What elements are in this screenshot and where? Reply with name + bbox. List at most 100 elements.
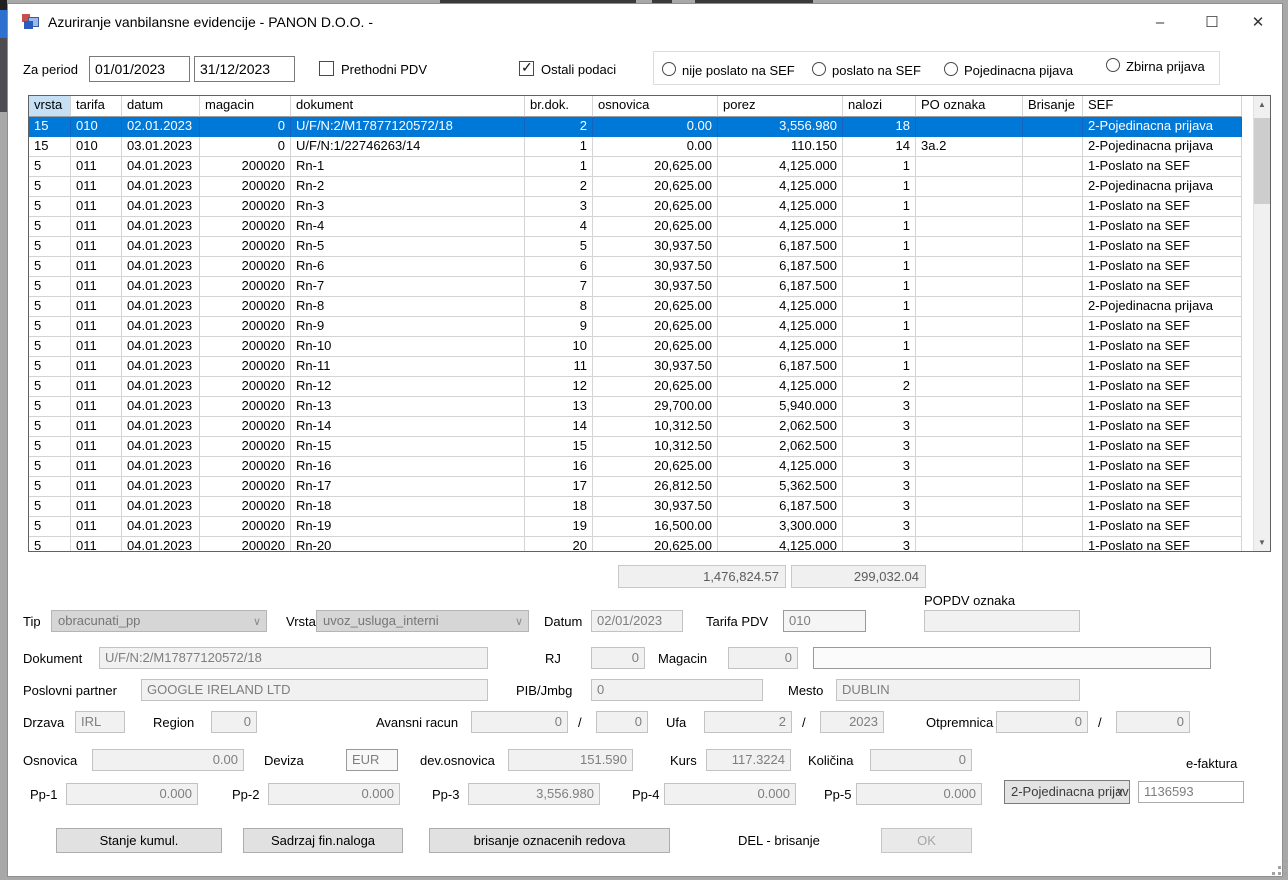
sef-status-combobox[interactable]: 2-Pojedinacna prijav ∨: [1004, 780, 1130, 804]
radio-nije-poslato[interactable]: [662, 62, 676, 76]
grid-cell: 5: [29, 437, 71, 457]
grid-cell: 10,312.50: [593, 417, 718, 437]
pp4-label: Pp-4: [632, 787, 659, 802]
table-row[interactable]: 501104.01.2023200020Rn-9920,625.004,125.…: [29, 317, 1253, 337]
table-row[interactable]: 501104.01.2023200020Rn-181830,937.506,18…: [29, 497, 1253, 517]
table-row[interactable]: 501104.01.2023200020Rn-3320,625.004,125.…: [29, 197, 1253, 217]
grid-cell: 2: [843, 377, 916, 397]
resize-grip[interactable]: [1272, 872, 1275, 875]
column-header-datum[interactable]: datum: [122, 96, 200, 117]
grid-cell: 200020: [200, 337, 291, 357]
total-porez: 299,032.04: [791, 565, 926, 588]
column-header-osnovica[interactable]: osnovica: [593, 96, 718, 117]
grid-cell: 04.01.2023: [122, 337, 200, 357]
prethodni-pdv-checkbox[interactable]: [319, 61, 334, 76]
table-row[interactable]: 501104.01.2023200020Rn-1120,625.004,125.…: [29, 157, 1253, 177]
grid-cell: 2: [525, 117, 593, 137]
table-row[interactable]: 501104.01.2023200020Rn-7730,937.506,187.…: [29, 277, 1253, 297]
table-row[interactable]: 501104.01.2023200020Rn-141410,312.502,06…: [29, 417, 1253, 437]
table-row[interactable]: 1501003.01.20230U/F/N:1/22746263/1410.00…: [29, 137, 1253, 157]
grid-cell: 1-Poslato na SEF: [1083, 357, 1242, 377]
grid-cell: 3: [843, 537, 916, 551]
sadrzaj-fin-naloga-button[interactable]: Sadrzaj fin.naloga: [243, 828, 403, 853]
grid-cell: 5: [29, 157, 71, 177]
grid-cell: [1023, 497, 1083, 517]
pp2-field: 0.000: [268, 783, 400, 805]
grid-cell: 02.01.2023: [122, 117, 200, 137]
grid-cell: Rn-19: [291, 517, 525, 537]
column-header-br-dok-[interactable]: br.dok.: [525, 96, 593, 117]
grid-cell: Rn-2: [291, 177, 525, 197]
scroll-down-icon[interactable]: ▼: [1254, 534, 1270, 551]
chevron-down-icon: ∨: [515, 612, 523, 632]
ostali-podaci-checkbox[interactable]: ✓: [519, 61, 534, 76]
scrollbar-thumb[interactable]: [1254, 118, 1270, 204]
radio-poslato[interactable]: [812, 62, 826, 76]
grid-cell: 011: [71, 397, 122, 417]
app-window: Azuriranje vanbilansne evidencije - PANO…: [7, 3, 1283, 877]
column-header-brisanje[interactable]: Brisanje: [1023, 96, 1083, 117]
vertical-scrollbar[interactable]: ▲ ▼: [1253, 96, 1270, 551]
column-header-nalozi[interactable]: nalozi: [843, 96, 916, 117]
grid-cell: 011: [71, 457, 122, 477]
del-brisanje-label: DEL - brisanje: [738, 833, 820, 848]
grid-cell: 6: [525, 257, 593, 277]
table-row[interactable]: 501104.01.2023200020Rn-161620,625.004,12…: [29, 457, 1253, 477]
grid-cell: 3: [843, 397, 916, 417]
grid-cell: 20,625.00: [593, 157, 718, 177]
maximize-button[interactable]: ☐: [1190, 10, 1234, 36]
table-row[interactable]: 1501002.01.20230U/F/N:2/M17877120572/182…: [29, 117, 1253, 137]
grid-cell: [916, 317, 1023, 337]
grid-cell: U/F/N:1/22746263/14: [291, 137, 525, 157]
date-to-input[interactable]: 31/12/2023: [194, 56, 295, 82]
column-header-tarifa[interactable]: tarifa: [71, 96, 122, 117]
grid-cell: 200020: [200, 217, 291, 237]
table-row[interactable]: 501104.01.2023200020Rn-121220,625.004,12…: [29, 377, 1253, 397]
grid-cell: [1023, 297, 1083, 317]
column-header-magacin[interactable]: magacin: [200, 96, 291, 117]
table-row[interactable]: 501104.01.2023200020Rn-6630,937.506,187.…: [29, 257, 1253, 277]
column-header-po-oznaka[interactable]: PO oznaka: [916, 96, 1023, 117]
column-header-dokument[interactable]: dokument: [291, 96, 525, 117]
date-from-input[interactable]: 01/01/2023: [89, 56, 190, 82]
column-header-sef[interactable]: SEF: [1083, 96, 1242, 117]
table-row[interactable]: 501104.01.2023200020Rn-171726,812.505,36…: [29, 477, 1253, 497]
table-row[interactable]: 501104.01.2023200020Rn-202020,625.004,12…: [29, 537, 1253, 551]
region-label: Region: [153, 715, 194, 730]
brisanje-oznacenih-redova-button[interactable]: brisanje oznacenih redova: [429, 828, 670, 853]
table-row[interactable]: 501104.01.2023200020Rn-4420,625.004,125.…: [29, 217, 1253, 237]
column-header-porez[interactable]: porez: [718, 96, 843, 117]
table-row[interactable]: 501104.01.2023200020Rn-101020,625.004,12…: [29, 337, 1253, 357]
grid-cell: 0.00: [593, 117, 718, 137]
scroll-up-icon[interactable]: ▲: [1254, 96, 1270, 113]
table-row[interactable]: 501104.01.2023200020Rn-111130,937.506,18…: [29, 357, 1253, 377]
grid-cell: 12: [525, 377, 593, 397]
pp2-label: Pp-2: [232, 787, 259, 802]
grid-cell: 5: [29, 357, 71, 377]
grid-cell: [916, 357, 1023, 377]
minimize-button[interactable]: –: [1138, 10, 1182, 36]
grid-cell: 5: [525, 237, 593, 257]
grid-cell: 1: [843, 337, 916, 357]
grid-cell: Rn-10: [291, 337, 525, 357]
column-header-vrsta[interactable]: vrsta: [29, 96, 71, 117]
grid-cell: 8: [525, 297, 593, 317]
ostali-podaci-label: Ostali podaci: [541, 62, 616, 77]
table-row[interactable]: 501104.01.2023200020Rn-151510,312.502,06…: [29, 437, 1253, 457]
table-row[interactable]: 501104.01.2023200020Rn-131329,700.005,94…: [29, 397, 1253, 417]
grid-cell: 4,125.000: [718, 457, 843, 477]
grid-cell: 5,940.000: [718, 397, 843, 417]
table-row[interactable]: 501104.01.2023200020Rn-8820,625.004,125.…: [29, 297, 1253, 317]
table-row[interactable]: 501104.01.2023200020Rn-5530,937.506,187.…: [29, 237, 1253, 257]
grid-cell: 4,125.000: [718, 177, 843, 197]
radio-zbirna[interactable]: [1106, 58, 1120, 72]
stanje-kumul-button[interactable]: Stanje kumul.: [56, 828, 222, 853]
table-row[interactable]: 501104.01.2023200020Rn-191916,500.003,30…: [29, 517, 1253, 537]
ok-button[interactable]: OK: [881, 828, 972, 853]
radio-pojedinacna[interactable]: [944, 62, 958, 76]
table-row[interactable]: 501104.01.2023200020Rn-2220,625.004,125.…: [29, 177, 1253, 197]
close-button[interactable]: ✕: [1236, 10, 1280, 36]
grid-cell: Rn-4: [291, 217, 525, 237]
pp1-field: 0.000: [66, 783, 198, 805]
grid-cell: 200020: [200, 357, 291, 377]
